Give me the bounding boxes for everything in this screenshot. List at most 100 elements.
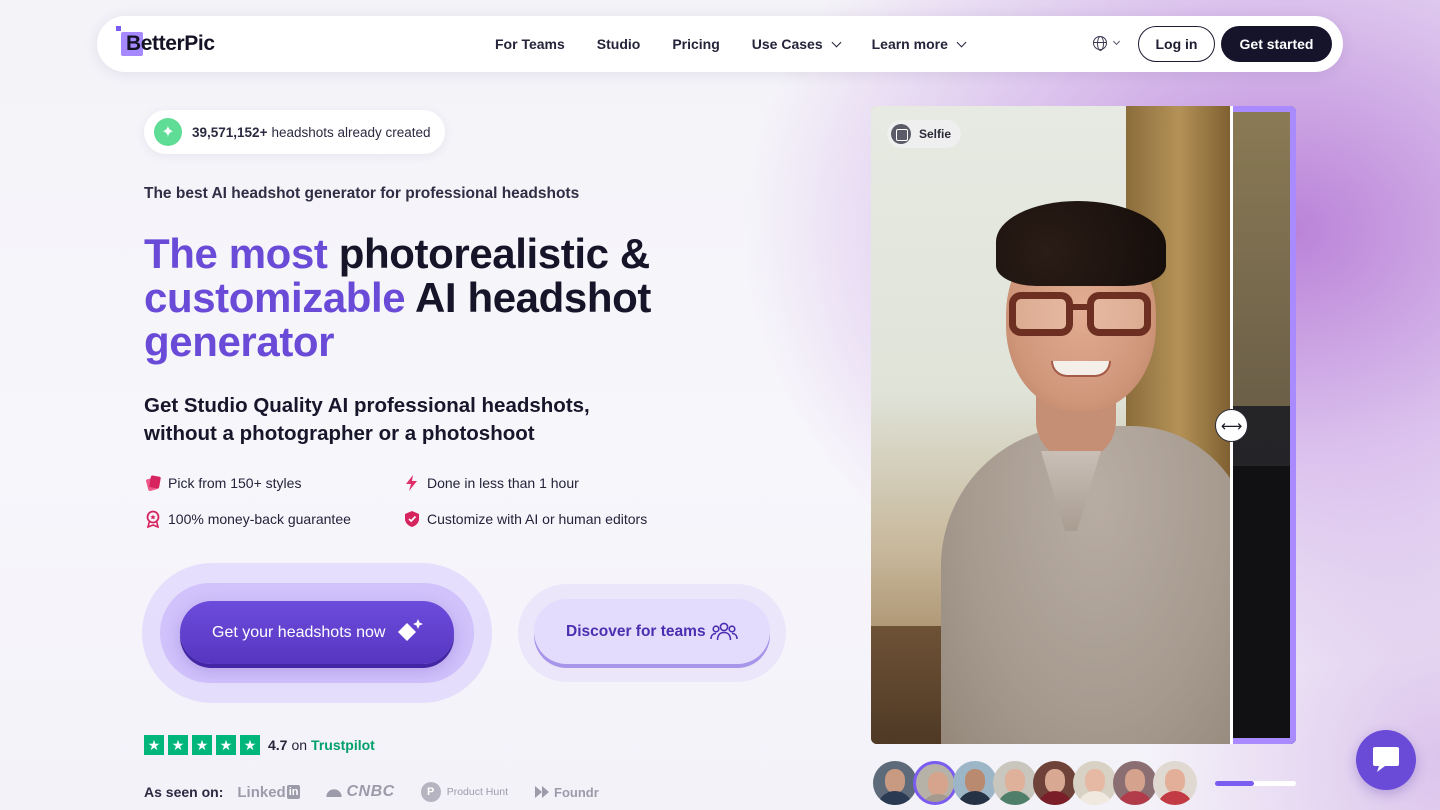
chevron-down-icon: [956, 37, 967, 47]
chevron-down-icon: [1112, 37, 1121, 46]
hero-headline: The most photorealistic & customizable A…: [144, 232, 784, 364]
nav-link-pricing[interactable]: Pricing: [672, 36, 719, 52]
nav-link-learn-more[interactable]: Learn more: [871, 36, 967, 52]
star-icon: ★: [192, 735, 212, 755]
foundr-logo: Foundr: [534, 785, 599, 800]
sparkle-icon: ✦: [154, 118, 182, 146]
selfie-badge-label: Selfie: [919, 127, 952, 141]
linkedin-logo: Linked in: [237, 783, 301, 801]
thumbnail[interactable]: [1073, 761, 1117, 805]
feature-item: Pick from 150+ styles: [144, 474, 301, 492]
star-icon: ★: [168, 735, 188, 755]
thumb-body: [1037, 791, 1073, 805]
thumbnail[interactable]: [953, 761, 997, 805]
nav-link-studio[interactable]: Studio: [597, 36, 641, 52]
thumb-face: [1125, 769, 1145, 793]
star-icon: ★: [144, 735, 164, 755]
styles-icon: [144, 474, 162, 492]
thumb-face: [1045, 769, 1065, 793]
subheadline-line: without a photographer or a photoshoot: [144, 422, 535, 445]
shield-icon: [403, 510, 421, 528]
thumb-face: [1085, 769, 1105, 793]
glasses-left-lens: [1009, 292, 1073, 336]
thumbnail[interactable]: [873, 761, 917, 805]
chat-widget-button[interactable]: [1356, 730, 1416, 790]
nav-link-use-cases-label: Use Cases: [751, 36, 823, 52]
logo-text: BetterPic: [126, 32, 215, 55]
headshot-background: [1231, 106, 1296, 406]
thumb-face: [1165, 769, 1185, 793]
trustpilot-link[interactable]: Trustpilot: [311, 737, 375, 753]
globe-icon: [1093, 36, 1107, 51]
headshot-frame-border: [1231, 738, 1296, 744]
linkedin-word: Linked: [237, 783, 286, 801]
thumbnail[interactable]: [1113, 761, 1157, 805]
selfie-badge: Selfie: [887, 120, 962, 148]
feature-item: 100% money-back guarantee: [144, 510, 351, 528]
trustpilot-rating[interactable]: ★ ★ ★ ★ ★ 4.7 on Trustpilot: [144, 735, 375, 755]
discover-teams-button[interactable]: Discover for teams: [534, 599, 770, 664]
thumb-face: [1005, 769, 1025, 793]
team-icon: [710, 621, 738, 648]
thumb-body: [997, 791, 1033, 805]
headline-part: The most: [144, 230, 339, 277]
nav-link-use-cases[interactable]: Use Cases: [751, 36, 842, 52]
secondary-cta-label: Discover for teams: [566, 622, 706, 640]
product-hunt-logo: P Product Hunt: [420, 782, 508, 802]
nav-link-for-teams[interactable]: For Teams: [495, 36, 565, 52]
logo-dot: [116, 26, 121, 31]
thumb-body: [1077, 791, 1113, 805]
thumb-body: [1117, 791, 1153, 805]
headline-part: generator: [144, 318, 335, 365]
thumbnail-active[interactable]: [913, 761, 957, 805]
thumbnail[interactable]: [993, 761, 1037, 805]
thumb-body: [877, 791, 913, 805]
login-button[interactable]: Log in: [1138, 26, 1215, 62]
glasses-bridge: [1069, 304, 1091, 310]
chat-bubble-icon: [1373, 747, 1399, 772]
counter-number: 39,571,152+: [192, 124, 268, 140]
headshot-thumbnails: [873, 761, 1197, 805]
subheadline-line: Get Studio Quality AI professional heads…: [144, 394, 590, 417]
feature-item: Done in less than 1 hour: [403, 474, 579, 492]
person-hair: [996, 201, 1166, 286]
get-headshots-button[interactable]: Get your headshots now: [180, 601, 454, 664]
headshot-frame-border: [1231, 106, 1296, 112]
sparkle-diamond-icon: [394, 617, 424, 647]
counter-text: headshots already created: [271, 124, 431, 140]
hero-eyebrow: The best AI headshot generator for profe…: [144, 185, 580, 202]
feature-item: Customize with AI or human editors: [403, 510, 647, 528]
chevron-down-icon: [831, 37, 842, 47]
feature-label: Pick from 150+ styles: [168, 475, 302, 491]
logo[interactable]: BetterPic: [116, 26, 215, 60]
nav-link-learn-more-label: Learn more: [871, 36, 948, 52]
rating-score: 4.7: [268, 737, 288, 753]
glasses-right-lens: [1087, 292, 1151, 336]
cnbc-word: CNBC: [346, 783, 395, 800]
peacock-icon: [326, 787, 343, 797]
get-started-button[interactable]: Get started: [1221, 26, 1332, 62]
comparison-slider-handle[interactable]: ⟷: [1215, 409, 1248, 442]
foundr-icon: [535, 786, 549, 798]
nav-links: For Teams Studio Pricing Use Cases Learn…: [495, 16, 997, 72]
thumb-face: [928, 772, 948, 796]
cnbc-logo: CNBC: [326, 783, 394, 801]
as-seen-on: As seen on: Linked in CNBC P Product Hunt…: [144, 782, 625, 802]
feature-label: Done in less than 1 hour: [427, 475, 579, 491]
thumb-body: [920, 794, 954, 802]
feature-label: Customize with AI or human editors: [427, 511, 648, 527]
product-hunt-word: Product Hunt: [446, 786, 508, 798]
thumb-body: [1157, 791, 1193, 805]
language-selector[interactable]: [1093, 36, 1121, 51]
person-smile: [1051, 361, 1111, 377]
linkedin-box: in: [286, 785, 301, 799]
person-shirt: [941, 426, 1251, 744]
hero-subheadline: Get Studio Quality AI professional heads…: [144, 392, 664, 448]
thumbnail[interactable]: [1033, 761, 1077, 805]
headshot-frame-border: [1290, 106, 1296, 744]
headline-part: photorealistic &: [338, 230, 650, 277]
camera-icon: [891, 124, 911, 144]
thumbnail[interactable]: [1153, 761, 1197, 805]
top-nav: BetterPic For Teams Studio Pricing Use C…: [97, 16, 1343, 72]
rating-on: on: [291, 737, 308, 753]
